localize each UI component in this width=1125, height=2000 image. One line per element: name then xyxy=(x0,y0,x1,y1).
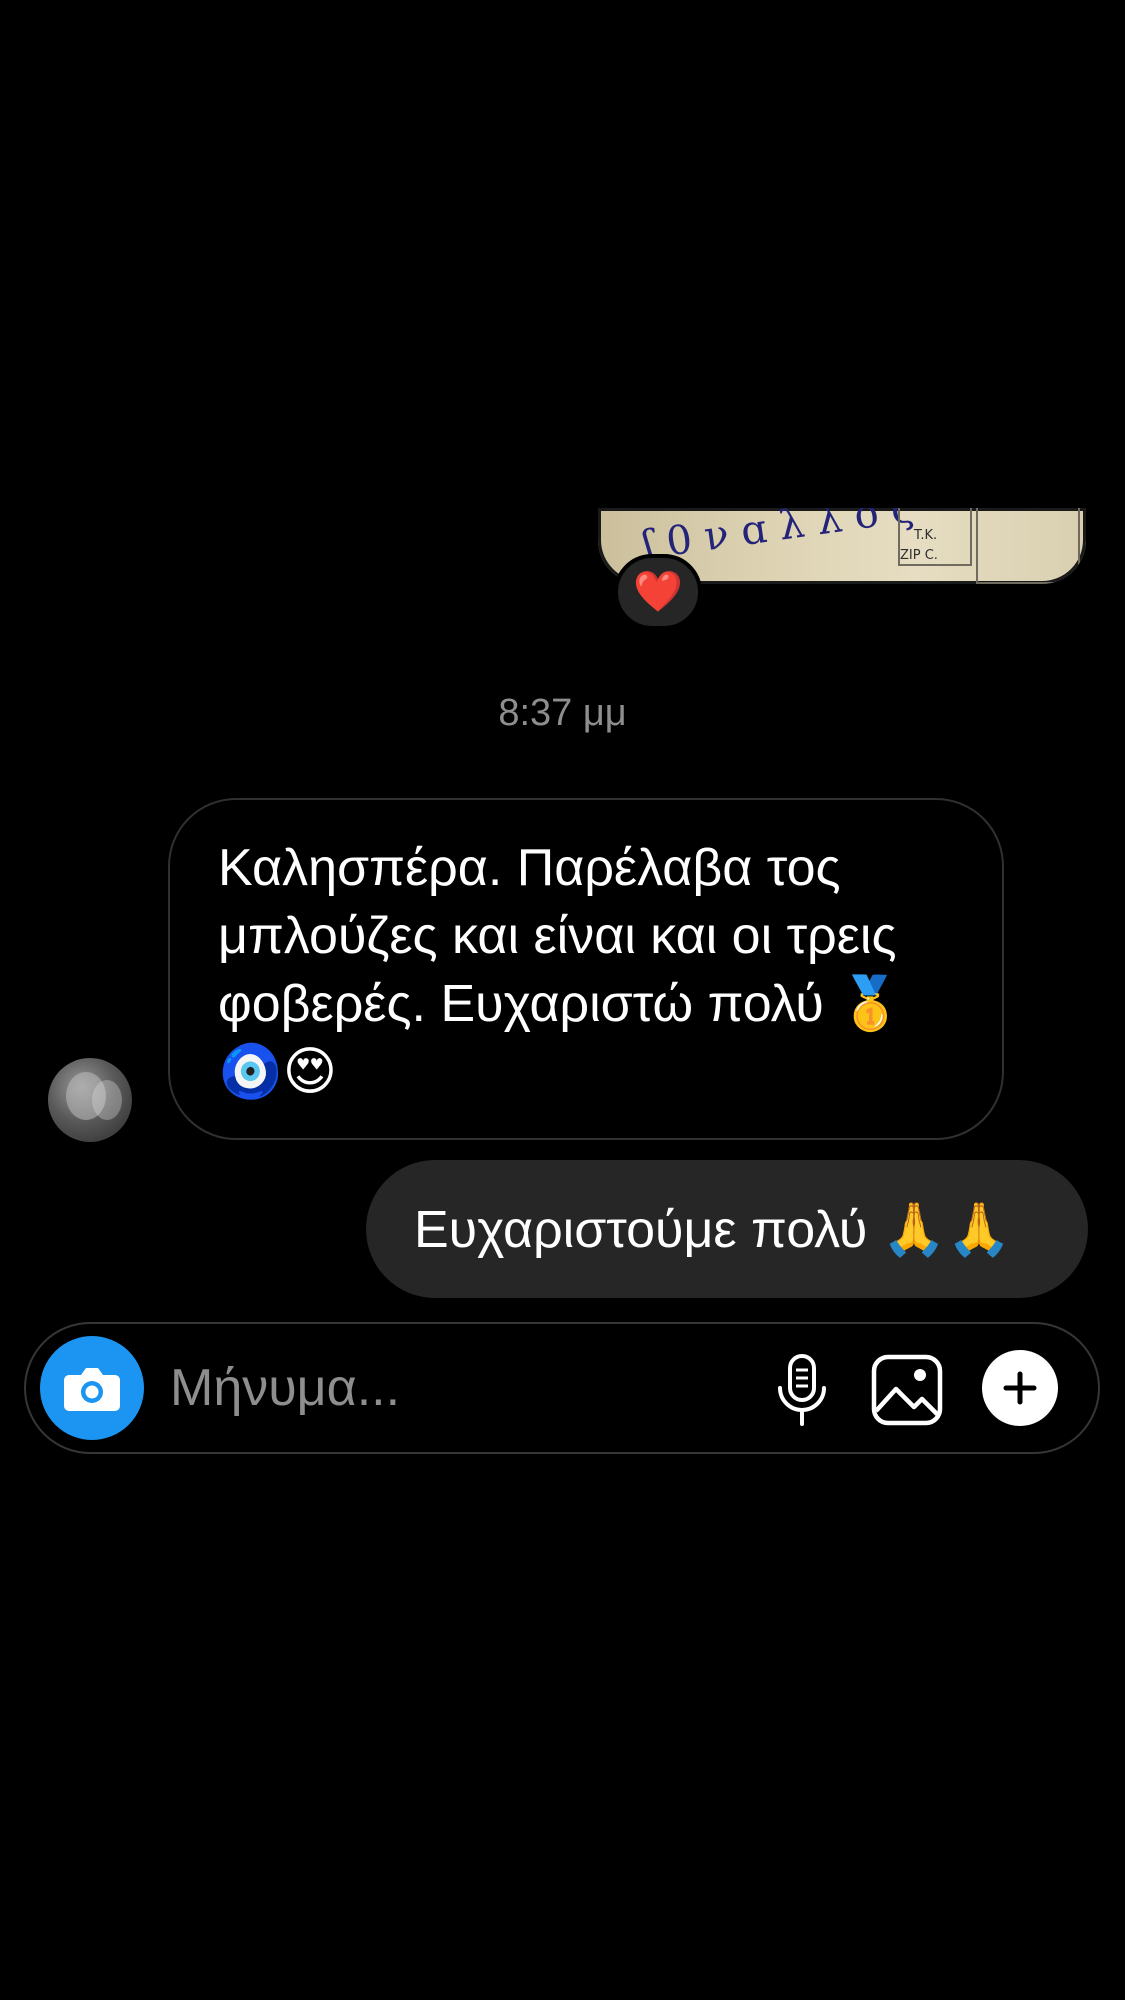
outgoing-message-bubble[interactable]: Ευχαριστούμε πολύ 🙏🙏 xyxy=(366,1160,1088,1298)
microphone-button[interactable] xyxy=(758,1346,846,1434)
add-button[interactable] xyxy=(982,1350,1058,1426)
microphone-icon xyxy=(778,1354,826,1426)
outgoing-message-text: Ευχαριστούμε πολύ 🙏🙏 xyxy=(414,1200,1012,1259)
message-timestamp: 8:37 μμ xyxy=(498,692,627,734)
photo-form-box xyxy=(976,508,1080,584)
incoming-message-bubble[interactable]: Καλησπέρα. Παρέλαβα τος μπλούζες και είν… xyxy=(168,798,1004,1140)
plus-icon xyxy=(1003,1371,1037,1405)
heart-icon: ❤️ xyxy=(633,570,683,614)
photo-print-zip: ZIP C. xyxy=(900,548,938,563)
image-gallery-icon xyxy=(871,1354,943,1426)
incoming-message-text: Καλησπέρα. Παρέλαβα τος μπλούζες και είν… xyxy=(218,839,904,1101)
message-input[interactable] xyxy=(170,1350,730,1426)
message-composer xyxy=(24,1322,1100,1454)
camera-icon xyxy=(64,1368,120,1411)
gallery-button[interactable] xyxy=(863,1346,951,1434)
avatar-face xyxy=(92,1080,122,1120)
photo-print-tk: T.K. xyxy=(914,528,938,543)
avatar[interactable] xyxy=(48,1058,132,1142)
heart-reaction[interactable]: ❤️ xyxy=(614,554,702,630)
camera-button[interactable] xyxy=(40,1336,144,1440)
